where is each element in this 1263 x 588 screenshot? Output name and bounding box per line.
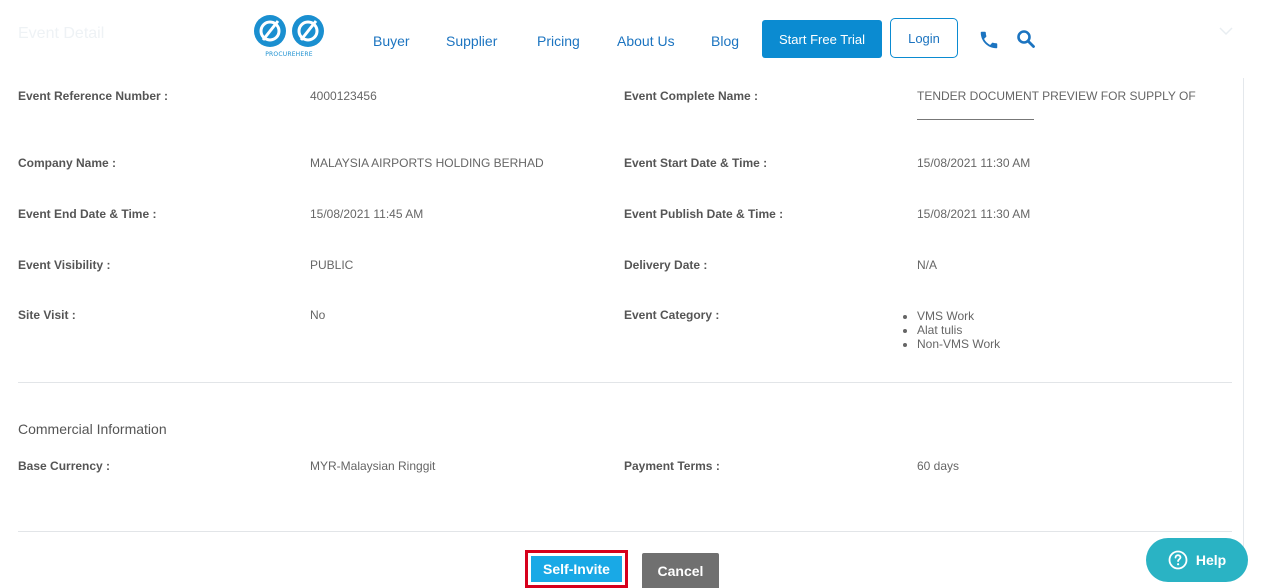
event-category-label: Event Category : xyxy=(624,308,720,322)
site-visit-label: Site Visit : xyxy=(18,308,76,322)
nav-link-buyer[interactable]: Buyer xyxy=(373,33,410,49)
site-visit-value: No xyxy=(310,308,326,322)
help-button[interactable]: Help xyxy=(1146,538,1248,582)
search-icon[interactable] xyxy=(1016,29,1036,49)
event-complete-name-label: Event Complete Name : xyxy=(624,89,759,103)
list-item: Alat tulis xyxy=(917,323,1000,337)
payment-terms-value: 60 days xyxy=(917,459,960,473)
name-underline xyxy=(917,119,1034,120)
self-invite-button-highlight: Self-Invite xyxy=(525,550,628,588)
list-item: VMS Work xyxy=(917,309,1000,323)
event-category-list: VMS Work Alat tulis Non-VMS Work xyxy=(903,309,1000,351)
login-button[interactable]: Login xyxy=(890,18,958,58)
nav-link-pricing[interactable]: Pricing xyxy=(537,33,580,49)
delivery-date-label: Delivery Date : xyxy=(624,258,708,272)
nav-link-supplier[interactable]: Supplier xyxy=(446,33,497,49)
footer-divider xyxy=(18,531,1232,532)
base-currency-value: MYR-Malaysian Ringgit xyxy=(310,459,436,473)
start-free-trial-button[interactable]: Start Free Trial xyxy=(762,20,882,58)
event-publish-value: 15/08/2021 11:30 AM xyxy=(917,207,1031,221)
commercial-information-title: Commercial Information xyxy=(18,421,167,437)
top-navbar: PROCUREHERE Buyer Supplier Pricing About… xyxy=(250,10,1050,62)
question-circle-icon xyxy=(1168,550,1188,570)
event-end-value: 15/08/2021 11:45 AM xyxy=(310,207,424,221)
event-reference-number-value: 4000123456 xyxy=(310,89,377,103)
panel-right-border xyxy=(1243,78,1244,548)
logo-text: PROCUREHERE xyxy=(265,51,313,58)
cancel-button[interactable]: Cancel xyxy=(642,553,719,588)
list-item: Non-VMS Work xyxy=(917,337,1000,351)
event-end-label: Event End Date & Time : xyxy=(18,207,157,221)
company-name-label: Company Name : xyxy=(18,156,117,170)
event-reference-number-label: Event Reference Number : xyxy=(18,89,169,103)
event-visibility-label: Event Visibility : xyxy=(18,258,111,272)
event-publish-label: Event Publish Date & Time : xyxy=(624,207,784,221)
event-start-value: 15/08/2021 11:30 AM xyxy=(917,156,1031,170)
nav-link-about-us[interactable]: About Us xyxy=(617,33,675,49)
help-label: Help xyxy=(1195,552,1227,568)
self-invite-button[interactable]: Self-Invite xyxy=(531,556,622,582)
chevron-down-icon[interactable] xyxy=(1219,26,1233,36)
company-name-value: MALAYSIA AIRPORTS HOLDING BERHAD xyxy=(310,156,544,170)
base-currency-label: Base Currency : xyxy=(18,459,111,473)
phone-icon[interactable] xyxy=(978,29,1000,51)
section-divider xyxy=(18,382,1232,383)
event-complete-name-value: TENDER DOCUMENT PREVIEW FOR SUPPLY OF xyxy=(917,89,1196,103)
payment-terms-label: Payment Terms : xyxy=(624,459,720,473)
event-visibility-value: PUBLIC xyxy=(310,258,354,272)
event-start-label: Event Start Date & Time : xyxy=(624,156,768,170)
delivery-date-value: N/A xyxy=(917,258,938,272)
nav-link-blog[interactable]: Blog xyxy=(711,33,739,49)
event-detail-title: Event Detail xyxy=(18,25,105,42)
